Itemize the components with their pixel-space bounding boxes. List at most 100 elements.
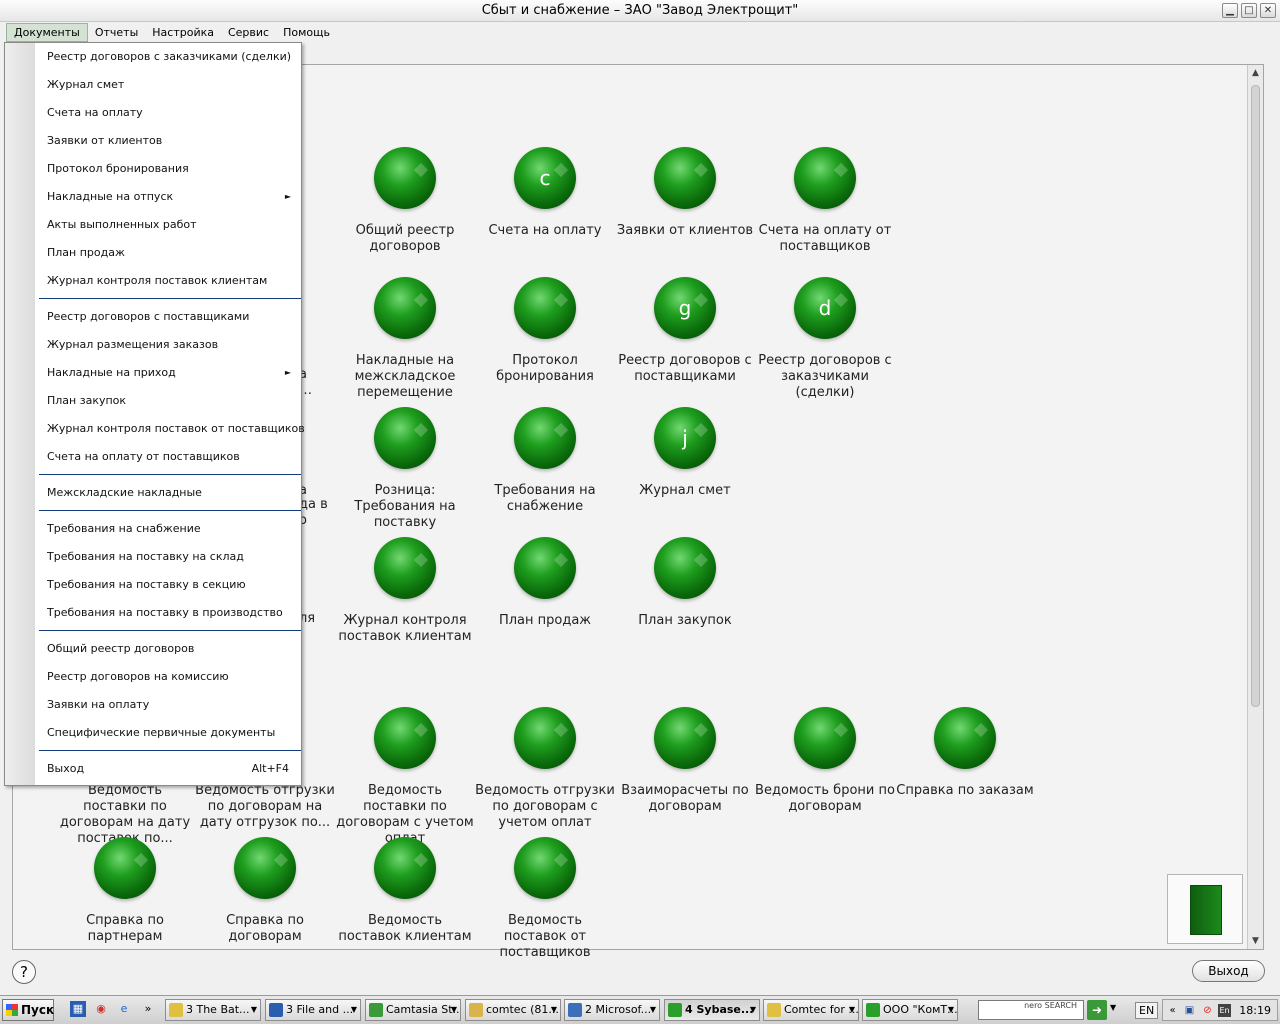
preview-thumbnail[interactable] <box>1167 874 1243 944</box>
launcher-tile[interactable]: Взаиморасчеты по договорам <box>615 707 755 815</box>
taskbar-button[interactable]: ООО "КомТ... ▼ <box>862 999 958 1021</box>
launcher-tile[interactable]: Требования на снабжение <box>475 407 615 515</box>
menu-item[interactable]: Протокол бронирования <box>47 159 297 179</box>
launcher-tile[interactable]: g Реестр договоров с поставщиками <box>615 277 755 385</box>
launcher-tile[interactable]: План закупок <box>615 537 755 629</box>
green-sphere-icon[interactable] <box>514 277 576 339</box>
menu-help[interactable]: Помощь <box>276 23 337 42</box>
green-sphere-icon[interactable] <box>514 837 576 899</box>
maximize-icon[interactable]: □ <box>1241 3 1257 18</box>
taskbar-button[interactable]: 2 Microsof... ▼ <box>564 999 660 1021</box>
launcher-tile[interactable]: Заявки от клиентов <box>615 147 755 239</box>
exit-button[interactable]: Выход <box>1192 960 1265 982</box>
green-sphere-icon[interactable] <box>234 837 296 899</box>
green-sphere-icon[interactable]: c <box>514 147 576 209</box>
launcher-tile[interactable]: Накладные на межскладское перемещение <box>335 277 475 401</box>
internet-explorer-icon[interactable]: e <box>116 1001 132 1017</box>
menu-item[interactable]: Межскладские накладные <box>47 483 297 503</box>
green-sphere-icon[interactable] <box>374 277 436 339</box>
menu-item[interactable]: Накладные на отпуск ► <box>47 187 297 207</box>
launcher-tile[interactable]: Ведомость поставок от поставщиков <box>475 837 615 961</box>
menu-item[interactable]: Общий реестр договоров <box>47 639 297 659</box>
menu-item[interactable]: Заявки на оплату <box>47 695 297 715</box>
menu-item[interactable]: Выход Alt+F4 <box>47 759 297 779</box>
language-indicator[interactable]: EN <box>1135 1002 1159 1019</box>
menu-item[interactable]: Требования на поставку в производство <box>47 603 297 623</box>
green-sphere-icon[interactable] <box>654 707 716 769</box>
launcher-tile[interactable]: j Журнал смет <box>615 407 755 499</box>
menu-item[interactable]: Специфические первичные документы <box>47 723 297 743</box>
help-button[interactable]: ? <box>12 960 36 984</box>
menu-item[interactable]: План продаж <box>47 243 297 263</box>
menu-item[interactable]: Счета на оплату <box>47 103 297 123</box>
menu-item[interactable]: Журнал смет <box>47 75 297 95</box>
launcher-tile[interactable]: Счета на оплату от поставщиков <box>755 147 895 255</box>
menu-item[interactable]: Журнал размещения заказов <box>47 335 297 355</box>
taskbar-button[interactable]: 3 The Bat... ▼ <box>165 999 261 1021</box>
launcher-tile[interactable]: Журнал контроля поставок клиентам <box>335 537 475 645</box>
vertical-scrollbar[interactable]: ▲ ▼ <box>1247 65 1263 949</box>
green-sphere-icon[interactable] <box>514 407 576 469</box>
green-sphere-icon[interactable]: d <box>794 277 856 339</box>
launcher-tile[interactable]: Ведомость брони по договорам <box>755 707 895 815</box>
network-icon[interactable]: ▣ <box>1183 1004 1196 1017</box>
taskbar-button[interactable]: comtec (81.... ▼ <box>465 999 561 1021</box>
green-sphere-icon[interactable] <box>374 147 436 209</box>
taskbar-button[interactable]: 4 Sybase... ▼ <box>664 999 760 1021</box>
menu-item[interactable]: Требования на поставку на склад <box>47 547 297 567</box>
launcher-tile[interactable]: Ведомость поставок клиентам <box>335 837 475 945</box>
keyboard-layout-icon[interactable]: En <box>1218 1004 1231 1017</box>
scroll-up-icon[interactable]: ▲ <box>1250 67 1261 79</box>
taskbar-button[interactable]: Camtasia St... ▼ <box>365 999 461 1021</box>
taskbar-button[interactable]: Comtec for ... ▼ <box>763 999 859 1021</box>
more-quicklaunch-icon[interactable]: » <box>140 1001 156 1017</box>
menu-item[interactable]: Реестр договоров с заказчиками (сделки) <box>47 47 297 67</box>
green-sphere-icon[interactable] <box>514 537 576 599</box>
menu-settings[interactable]: Настройка <box>145 23 221 42</box>
tray-expand-icon[interactable]: « <box>1166 1004 1179 1017</box>
menu-item[interactable]: План закупок <box>47 391 297 411</box>
menu-reports[interactable]: Отчеты <box>88 23 145 42</box>
menu-service[interactable]: Сервис <box>221 23 276 42</box>
green-sphere-icon[interactable] <box>374 537 436 599</box>
minimize-icon[interactable]: ▁ <box>1222 3 1238 18</box>
close-icon[interactable]: ✕ <box>1260 3 1276 18</box>
launcher-tile[interactable]: c Счета на оплату <box>475 147 615 239</box>
scrollbar-thumb[interactable] <box>1251 85 1260 707</box>
search-go-icon[interactable]: ➜ <box>1087 1000 1107 1020</box>
menu-item[interactable]: Акты выполненных работ <box>47 215 297 235</box>
launcher-tile[interactable]: d Реестр договоров с заказчиками (сделки) <box>755 277 895 401</box>
menu-documents[interactable]: Документы <box>6 22 88 42</box>
menu-item[interactable]: Требования на снабжение <box>47 519 297 539</box>
launcher-tile[interactable]: Справка по договорам <box>195 837 335 945</box>
launcher-tile[interactable]: План продаж <box>475 537 615 629</box>
menu-item[interactable]: Реестр договоров на комиссию <box>47 667 297 687</box>
menu-item[interactable]: Счета на оплату от поставщиков <box>47 447 297 467</box>
launcher-tile[interactable]: Справка по заказам <box>895 707 1035 799</box>
taskbar-button[interactable]: 3 File and ... ▼ <box>265 999 361 1021</box>
launcher-tile[interactable]: Ведомость поставки по договорам с учетом… <box>335 707 475 847</box>
menu-item[interactable]: Накладные на приход ► <box>47 363 297 383</box>
green-sphere-icon[interactable] <box>374 407 436 469</box>
menu-item[interactable]: Заявки от клиентов <box>47 131 297 151</box>
green-sphere-icon[interactable] <box>374 707 436 769</box>
launcher-tile[interactable]: Розница: Требования на поставку <box>335 407 475 531</box>
green-sphere-icon[interactable] <box>794 707 856 769</box>
green-sphere-icon[interactable] <box>934 707 996 769</box>
green-sphere-icon[interactable]: j <box>654 407 716 469</box>
start-button[interactable]: Пуск <box>2 999 54 1021</box>
acrobat-icon[interactable]: ◉ <box>93 1001 109 1017</box>
launcher-tile[interactable]: Протокол бронирования <box>475 277 615 385</box>
menu-item[interactable]: Требования на поставку в секцию <box>47 575 297 595</box>
launcher-tile[interactable]: Ведомость отгрузки по договорам с учетом… <box>475 707 615 831</box>
menu-item[interactable]: Журнал контроля поставок от поставщиков <box>47 419 305 439</box>
menu-item[interactable]: Реестр договоров с поставщиками <box>47 307 297 327</box>
green-sphere-icon[interactable] <box>374 837 436 899</box>
antivirus-icon[interactable]: ⊘ <box>1201 1004 1214 1017</box>
menu-item[interactable]: Журнал контроля поставок клиентам <box>47 271 297 291</box>
green-sphere-icon[interactable] <box>514 707 576 769</box>
launcher-tile[interactable]: Общий реестр договоров <box>335 147 475 255</box>
dropdown-arrow-icon[interactable]: ▼ <box>1110 1003 1116 1012</box>
scroll-down-icon[interactable]: ▼ <box>1250 935 1261 947</box>
nero-search-box[interactable]: nero SEARCH <box>978 1000 1084 1020</box>
